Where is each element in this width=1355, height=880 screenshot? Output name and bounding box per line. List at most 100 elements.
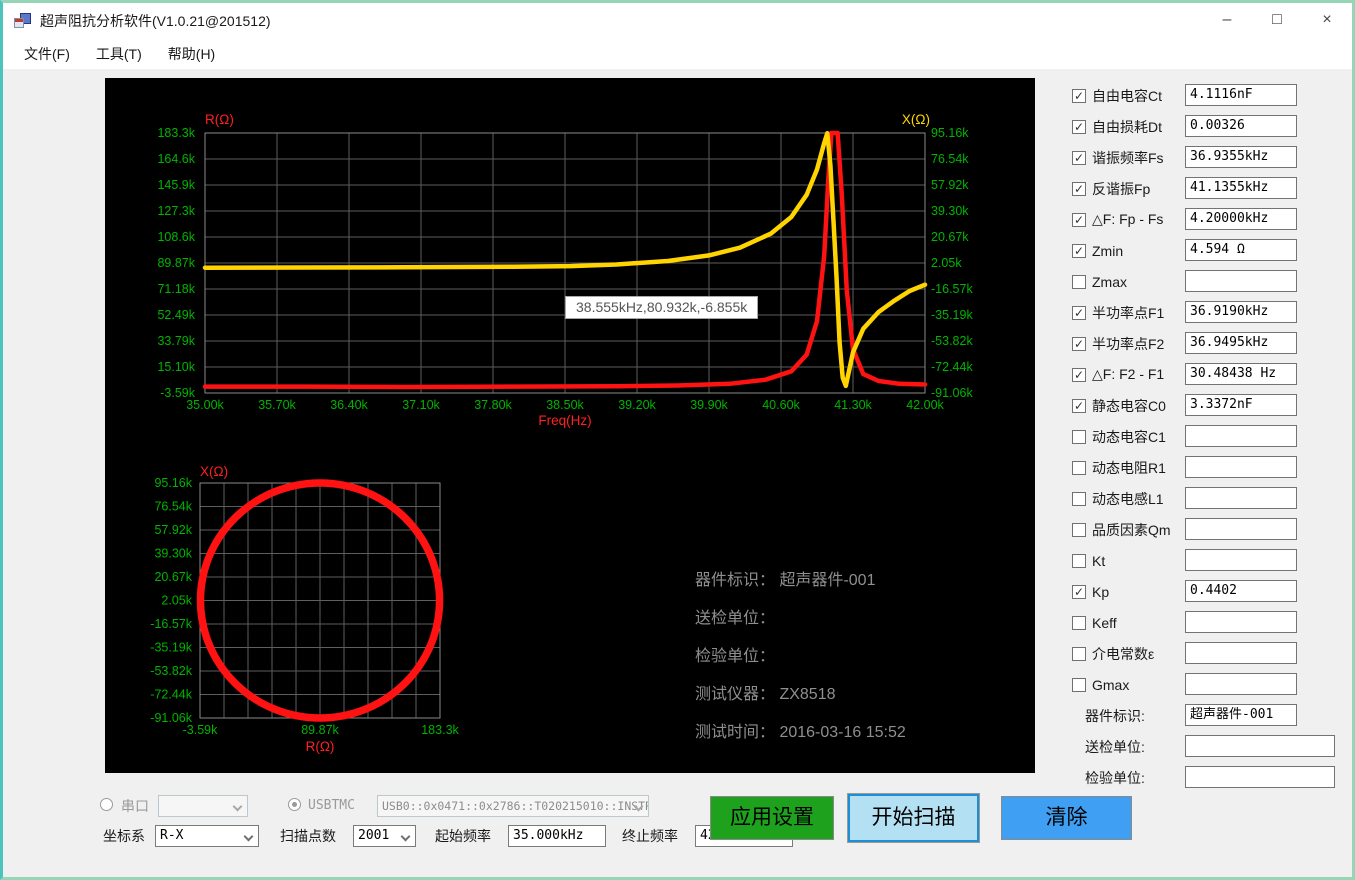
results-panel: ✓自由电容Ct4.1116nF✓自由损耗Dt0.00326✓谐振频率Fs36.9…	[1072, 80, 1344, 793]
scan-points-combo[interactable]: 2001	[353, 825, 416, 847]
checkbox-checked-icon[interactable]: ✓	[1072, 306, 1086, 320]
tick-label: 39.20k	[618, 398, 656, 412]
checkbox-unchecked-icon[interactable]	[1072, 616, 1086, 630]
coordinate-system-label: 坐标系	[103, 824, 145, 848]
tick-label: 42.00k	[906, 398, 944, 412]
tick-label: 41.30k	[834, 398, 872, 412]
serial-port-combo[interactable]	[158, 795, 248, 817]
app-icon-front-square	[14, 18, 24, 28]
result-value-input[interactable]	[1185, 425, 1297, 447]
checkbox-unchecked-icon[interactable]	[1072, 554, 1086, 568]
checkbox-unchecked-icon[interactable]	[1072, 647, 1086, 661]
result-value-input[interactable]: 36.9495kHz	[1185, 332, 1297, 354]
result-value-input[interactable]: 4.594 Ω	[1185, 239, 1297, 261]
result-row-3: ✓反谐振Fp41.1355kHz	[1072, 173, 1344, 204]
x-axis-title: R(Ω)	[306, 739, 335, 754]
checkbox-checked-icon[interactable]: ✓	[1072, 585, 1086, 599]
result-row-15: Kt	[1072, 545, 1344, 576]
result-value-input[interactable]	[1185, 611, 1297, 633]
result-value-input[interactable]: 41.1355kHz	[1185, 177, 1297, 199]
result-value-input[interactable]: 超声器件-001	[1185, 704, 1297, 726]
result-label: 动态电容C1	[1092, 427, 1166, 447]
checkbox-unchecked-icon[interactable]	[1072, 523, 1086, 537]
result-row-0: ✓自由电容Ct4.1116nF	[1072, 80, 1344, 111]
device-info-line: 检验单位：	[695, 642, 906, 680]
result-value-input[interactable]	[1185, 270, 1297, 292]
checkbox-unchecked-icon[interactable]	[1072, 678, 1086, 692]
result-label: 谐振频率Fs	[1092, 148, 1164, 168]
app-window: 超声阻抗分析软件(V1.0.21@201512) – □ × 文件(F)工具(T…	[0, 0, 1355, 880]
tick-label: 36.40k	[330, 398, 368, 412]
result-label: △F: F2 - F1	[1092, 366, 1164, 383]
start-frequency-input[interactable]: 35.000kHz	[508, 825, 606, 847]
checkbox-checked-icon[interactable]: ✓	[1072, 337, 1086, 351]
close-icon[interactable]: ×	[1302, 3, 1352, 39]
result-value-input[interactable]	[1185, 673, 1297, 695]
result-value-input[interactable]	[1185, 518, 1297, 540]
result-value-input[interactable]: 0.4402	[1185, 580, 1297, 602]
menu-item-1[interactable]: 工具(T)	[83, 40, 155, 68]
tick-label: 95.16k	[154, 476, 192, 490]
result-value-input[interactable]	[1185, 642, 1297, 664]
serial-radio[interactable]	[100, 798, 113, 811]
tick-label: 20.67k	[931, 230, 969, 244]
usbtmc-radio[interactable]	[288, 798, 301, 811]
tick-label: 35.00k	[186, 398, 224, 412]
checkbox-checked-icon[interactable]: ✓	[1072, 182, 1086, 196]
checkbox-unchecked-icon[interactable]	[1072, 430, 1086, 444]
result-row-18: 介电常数ε	[1072, 638, 1344, 669]
result-row-14: 品质因素Qm	[1072, 514, 1344, 545]
usbtmc-combo-value: USB0::0x0471::0x2786::T020215010::INSTR	[382, 799, 649, 813]
clear-button[interactable]: 清除	[1001, 796, 1132, 840]
tick-label: -3.59k	[183, 723, 218, 737]
result-row-12: 动态电阻R1	[1072, 452, 1344, 483]
tick-label: 2.05k	[161, 594, 192, 608]
tick-label: 95.16k	[931, 126, 969, 140]
menu-item-2[interactable]: 帮助(H)	[155, 40, 228, 68]
minimize-icon[interactable]: –	[1202, 3, 1252, 39]
apply-settings-button[interactable]: 应用设置	[710, 796, 834, 840]
tick-label: 40.60k	[762, 398, 800, 412]
tick-label: 57.92k	[931, 178, 969, 192]
x-axis-title: Freq(Hz)	[538, 413, 591, 428]
result-value-input[interactable]: 4.1116nF	[1185, 84, 1297, 106]
result-value-input[interactable]: 0.00326	[1185, 115, 1297, 137]
checkbox-checked-icon[interactable]: ✓	[1072, 89, 1086, 103]
checkbox-unchecked-icon[interactable]	[1072, 492, 1086, 506]
result-value-input[interactable]: 36.9355kHz	[1185, 146, 1297, 168]
scan-points-label: 扫描点数	[280, 824, 336, 848]
result-value-input[interactable]: 36.9190kHz	[1185, 301, 1297, 323]
result-value-input[interactable]: 4.20000kHz	[1185, 208, 1297, 230]
coordinate-system-combo[interactable]: R-X	[155, 825, 259, 847]
result-row-6: Zmax	[1072, 266, 1344, 297]
window-title: 超声阻抗分析软件(V1.0.21@201512)	[40, 11, 271, 31]
checkbox-checked-icon[interactable]: ✓	[1072, 399, 1086, 413]
result-value-input[interactable]	[1185, 456, 1297, 478]
result-value-input[interactable]	[1185, 549, 1297, 571]
maximize-icon[interactable]: □	[1252, 3, 1302, 39]
result-label: Keff	[1092, 615, 1117, 631]
device-info-line: 测试仪器： ZX8518	[695, 680, 906, 718]
usbtmc-address-combo[interactable]: USB0::0x0471::0x2786::T020215010::INSTR	[377, 795, 649, 817]
checkbox-checked-icon[interactable]: ✓	[1072, 368, 1086, 382]
checkbox-unchecked-icon[interactable]	[1072, 275, 1086, 289]
tick-label: 164.6k	[157, 152, 195, 166]
tick-label: -16.57k	[150, 617, 192, 631]
checkbox-checked-icon[interactable]: ✓	[1072, 244, 1086, 258]
checkbox-checked-icon[interactable]: ✓	[1072, 120, 1086, 134]
result-row-13: 动态电感L1	[1072, 483, 1344, 514]
result-value-input[interactable]: 3.3372nF	[1185, 394, 1297, 416]
result-value-input[interactable]	[1185, 735, 1335, 757]
checkbox-unchecked-icon[interactable]	[1072, 461, 1086, 475]
checkbox-checked-icon[interactable]: ✓	[1072, 213, 1086, 227]
menu-item-0[interactable]: 文件(F)	[11, 40, 83, 68]
result-value-input[interactable]: 30.48438 Hz	[1185, 363, 1297, 385]
start-scan-button[interactable]: 开始扫描	[848, 794, 979, 842]
checkbox-checked-icon[interactable]: ✓	[1072, 151, 1086, 165]
result-value-input[interactable]	[1185, 766, 1335, 788]
title-bar: 超声阻抗分析软件(V1.0.21@201512) – □ ×	[3, 3, 1352, 39]
tick-label: 183.3k	[157, 126, 195, 140]
result-value-input[interactable]	[1185, 487, 1297, 509]
tick-label: 33.79k	[157, 334, 195, 348]
result-label: 动态电阻R1	[1092, 458, 1166, 478]
